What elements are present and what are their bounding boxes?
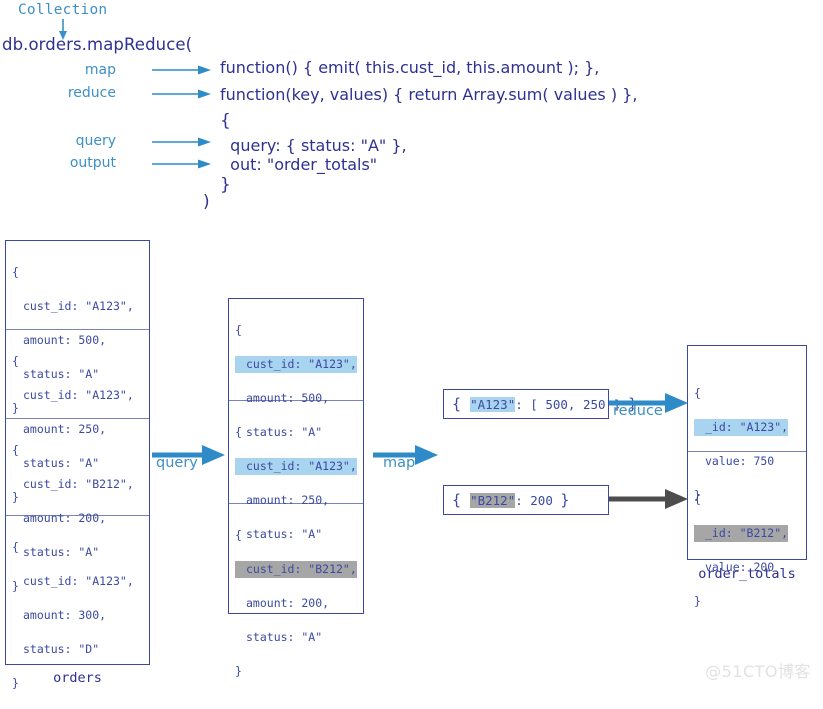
code-line-output: out: "order_totals" <box>220 155 377 174</box>
emit-key: "A123" <box>470 397 515 412</box>
orders-collection-box: { cust_id: "A123", amount: 500, status: … <box>5 240 150 665</box>
mapreduce-call-header: db.orders.mapReduce( <box>2 35 192 54</box>
query-result-box: { cust_id: "A123", amount: 500, status: … <box>228 298 364 614</box>
collection-label: Collection <box>18 2 107 18</box>
code-line-reduce: function(key, values) { return Array.sum… <box>220 85 637 104</box>
param-label-reduce: reduce <box>38 85 116 101</box>
table-row[interactable]: { cust_id: "A123", amount: 500, status: … <box>229 299 363 401</box>
code-close-brace: } <box>220 175 231 195</box>
code-line-map: function() { emit( this.cust_id, this.am… <box>220 58 599 77</box>
doc-open-brace: { <box>12 354 19 368</box>
emit-open-brace: { <box>452 395 470 413</box>
doc-cust-id: cust_id: "A123", <box>12 573 134 590</box>
param-label-output: output <box>38 155 116 171</box>
param-label-map: map <box>38 62 116 78</box>
map-flow-label: map <box>383 455 415 471</box>
query-flow-label: query <box>156 455 198 471</box>
table-row[interactable]: { cust_id: "A123", amount: 300, status: … <box>6 516 149 664</box>
code-close-paren: ) <box>203 192 210 212</box>
table-row[interactable]: { cust_id: "B212", amount: 200, status: … <box>229 504 363 615</box>
doc-cust-id: cust_id: "A123", <box>235 458 357 475</box>
doc-status: status: "A" <box>235 629 322 646</box>
table-row[interactable]: { cust_id: "A123", amount: 250, status: … <box>229 401 363 504</box>
doc-amount: amount: 250, <box>12 421 106 438</box>
doc-cust-id: cust_id: "A123", <box>235 356 357 373</box>
doc-amount: amount: 200, <box>235 595 329 612</box>
emit-value: : 200 <box>515 493 560 508</box>
param-arrow-query-icon <box>152 136 212 148</box>
doc-close-brace: } <box>235 664 242 678</box>
code-open-brace: { <box>220 111 231 131</box>
doc-open-brace: { <box>235 323 242 337</box>
reduce-flow-label: reduce <box>613 403 663 419</box>
order-totals-caption: order_totals <box>677 566 817 582</box>
table-row[interactable]: { _id: "A123", value: 750 } <box>688 346 806 452</box>
emit-result-a123[interactable]: { "A123": [ 500, 250 ] } <box>443 389 609 419</box>
doc-status: status: "A" <box>12 455 99 472</box>
passthrough-flow-arrow-icon <box>609 488 689 514</box>
doc-open-brace: { <box>235 425 242 439</box>
param-label-query: query <box>38 133 116 149</box>
doc-status: status: "A" <box>235 424 322 441</box>
doc-cust-id: cust_id: "A123", <box>12 298 134 315</box>
code-line-query: query: { status: "A" }, <box>220 136 407 155</box>
emit-result-b212[interactable]: { "B212": 200 } <box>443 485 609 515</box>
doc-open-brace: { <box>235 528 242 542</box>
doc-cust-id: cust_id: "B212", <box>235 561 357 578</box>
watermark: @51CTO博客 <box>705 658 811 682</box>
doc-value: value: 750 <box>694 453 774 470</box>
doc-open-brace: { <box>694 386 701 400</box>
order-totals-box: { _id: "A123", value: 750 } { _id: "B212… <box>687 345 807 560</box>
emit-key: "B212" <box>470 493 515 508</box>
param-arrow-reduce-icon <box>152 88 212 100</box>
doc-cust-id: cust_id: "A123", <box>12 387 134 404</box>
doc-open-brace: { <box>12 265 19 279</box>
doc-amount: amount: 200, <box>12 510 106 527</box>
doc-status: status: "D" <box>12 641 99 658</box>
table-row[interactable]: { cust_id: "A123", amount: 500, status: … <box>6 241 149 330</box>
orders-caption: orders <box>5 670 150 686</box>
doc-amount: amount: 300, <box>12 607 106 624</box>
doc-close-brace: } <box>694 594 701 608</box>
doc-amount: amount: 250, <box>235 492 329 509</box>
doc-cust-id: cust_id: "B212", <box>12 476 134 493</box>
param-arrow-map-icon <box>152 64 212 76</box>
emit-open-brace: { <box>452 491 470 509</box>
param-arrow-output-icon <box>152 158 212 170</box>
doc-status: status: "A" <box>12 366 99 383</box>
doc-open-brace: { <box>12 540 19 554</box>
doc-status: status: "A" <box>12 544 99 561</box>
doc-id: _id: "A123", <box>694 419 788 436</box>
doc-status: status: "A" <box>235 526 322 543</box>
doc-id: _id: "B212", <box>694 525 788 542</box>
emit-close-brace: } <box>560 491 569 509</box>
doc-open-brace: { <box>12 443 19 457</box>
doc-open-brace: { <box>694 492 701 506</box>
doc-amount: amount: 500, <box>12 332 106 349</box>
doc-amount: amount: 500, <box>235 390 329 407</box>
